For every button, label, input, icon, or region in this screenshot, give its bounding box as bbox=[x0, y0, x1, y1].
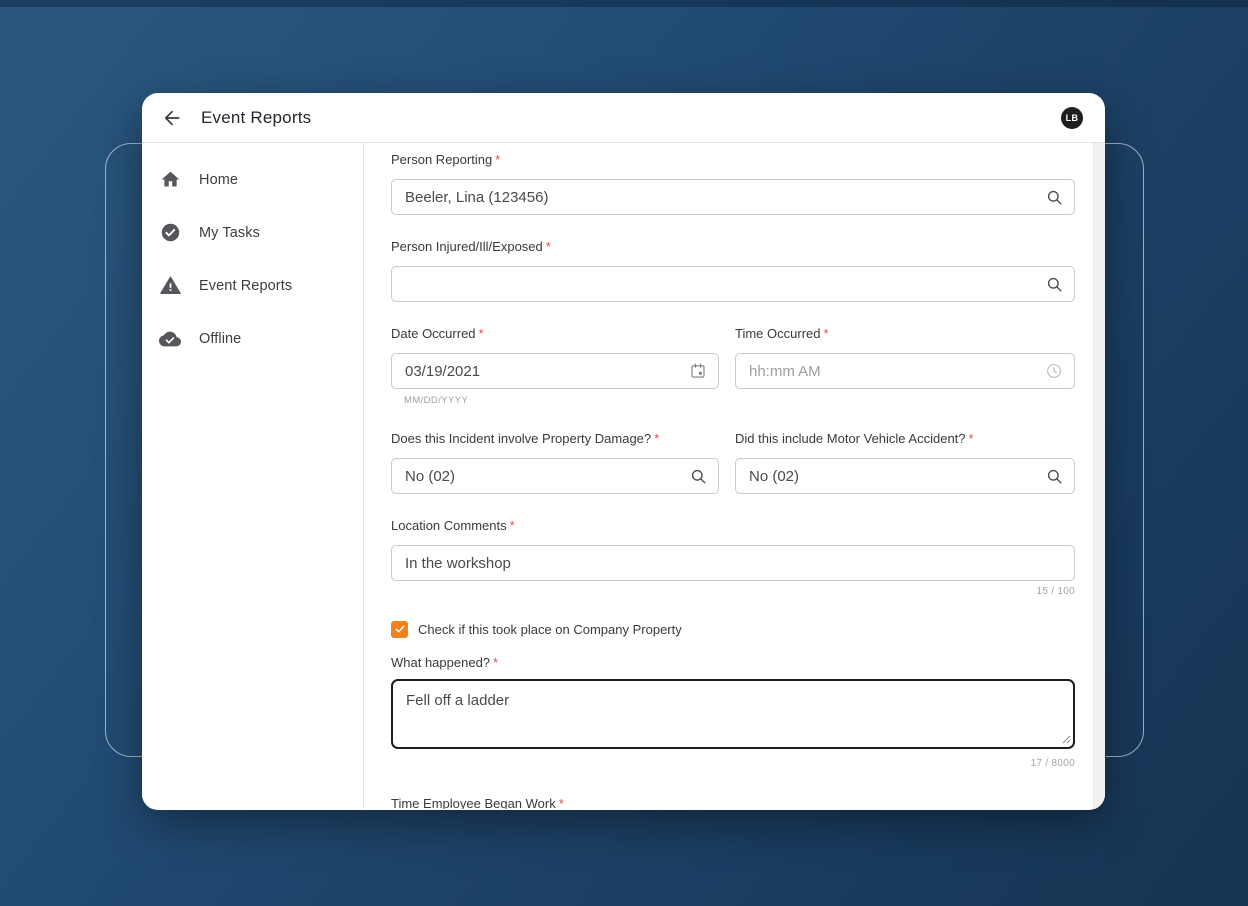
time-occurred-field-wrap bbox=[735, 353, 1075, 389]
scrollbar[interactable] bbox=[1093, 143, 1105, 809]
resize-grip-icon[interactable] bbox=[1062, 731, 1071, 749]
sidebar-item-my-tasks[interactable]: My Tasks bbox=[142, 206, 363, 259]
person-reporting-input[interactable] bbox=[391, 179, 1075, 215]
person-injured-input[interactable] bbox=[391, 266, 1075, 302]
motor-vehicle-group: Did this include Motor Vehicle Accident?… bbox=[735, 429, 1075, 494]
sidebar-item-event-reports[interactable]: Event Reports bbox=[142, 259, 363, 312]
cloud-check-icon bbox=[158, 327, 182, 351]
motor-vehicle-label: Did this include Motor Vehicle Accident?… bbox=[735, 429, 1075, 449]
company-property-label: Check if this took place on Company Prop… bbox=[418, 622, 682, 637]
event-reports-window: Event Reports LB Home My Tasks bbox=[142, 93, 1105, 810]
date-time-row: Date Occurred* MM/DD/YYYY Time Occurred* bbox=[391, 324, 1075, 407]
location-comments-input[interactable] bbox=[391, 545, 1075, 581]
company-property-checkbox[interactable] bbox=[391, 621, 408, 638]
what-happened-label: What happened?* bbox=[391, 653, 1075, 673]
required-asterisk: * bbox=[969, 431, 974, 446]
required-asterisk: * bbox=[654, 431, 659, 446]
clock-icon[interactable] bbox=[1044, 361, 1064, 381]
what-happened-field-wrap: Fell off a ladder bbox=[391, 679, 1075, 754]
property-damage-group: Does this Incident involve Property Dama… bbox=[391, 429, 719, 494]
property-damage-field-wrap bbox=[391, 458, 719, 494]
person-reporting-label: Person Reporting* bbox=[391, 150, 1075, 170]
date-occurred-field-wrap bbox=[391, 353, 719, 389]
required-asterisk: * bbox=[495, 152, 500, 167]
app-header: Event Reports LB bbox=[142, 93, 1105, 143]
property-damage-input[interactable] bbox=[391, 458, 719, 494]
time-began-work-label: Time Employee Began Work* bbox=[391, 794, 1075, 809]
property-damage-label: Does this Incident involve Property Dama… bbox=[391, 429, 719, 449]
app-body: Home My Tasks Event Reports bbox=[142, 143, 1105, 809]
sidebar-item-label: Event Reports bbox=[199, 278, 292, 294]
location-comments-counter: 15 / 100 bbox=[391, 586, 1075, 598]
sidebar-item-home[interactable]: Home bbox=[142, 153, 363, 206]
required-asterisk: * bbox=[510, 518, 515, 533]
damage-vehicle-row: Does this Incident involve Property Dama… bbox=[391, 429, 1075, 494]
date-occurred-label: Date Occurred* bbox=[391, 324, 719, 344]
sidebar-item-label: My Tasks bbox=[199, 225, 260, 241]
sidebar: Home My Tasks Event Reports bbox=[142, 143, 364, 809]
avatar[interactable]: LB bbox=[1061, 107, 1083, 129]
motor-vehicle-field-wrap bbox=[735, 458, 1075, 494]
search-icon[interactable] bbox=[1044, 187, 1064, 207]
search-icon[interactable] bbox=[688, 466, 708, 486]
required-asterisk: * bbox=[493, 655, 498, 670]
person-injured-label: Person Injured/Ill/Exposed* bbox=[391, 237, 1075, 257]
required-asterisk: * bbox=[823, 326, 828, 341]
check-circle-icon bbox=[158, 221, 182, 245]
back-button[interactable] bbox=[160, 106, 184, 130]
sidebar-item-label: Offline bbox=[199, 331, 241, 347]
person-reporting-field-wrap bbox=[391, 179, 1075, 215]
sidebar-item-label: Home bbox=[199, 172, 238, 188]
time-occurred-group: Time Occurred* bbox=[735, 324, 1075, 407]
search-icon[interactable] bbox=[1044, 466, 1064, 486]
event-report-form: Person Reporting* Person Injured/Ill/Exp… bbox=[364, 143, 1105, 809]
calendar-icon[interactable] bbox=[688, 361, 708, 381]
date-occurred-group: Date Occurred* MM/DD/YYYY bbox=[391, 324, 719, 407]
arrow-left-icon bbox=[162, 108, 182, 128]
required-asterisk: * bbox=[559, 796, 564, 809]
search-icon[interactable] bbox=[1044, 274, 1064, 294]
background-top-edge bbox=[0, 0, 1248, 7]
what-happened-textarea[interactable]: Fell off a ladder bbox=[391, 679, 1075, 749]
time-occurred-input[interactable] bbox=[735, 353, 1075, 389]
time-occurred-label: Time Occurred* bbox=[735, 324, 1075, 344]
motor-vehicle-input[interactable] bbox=[735, 458, 1075, 494]
date-format-hint: MM/DD/YYYY bbox=[404, 395, 719, 407]
location-comments-field-wrap bbox=[391, 545, 1075, 581]
person-injured-field-wrap bbox=[391, 266, 1075, 302]
desktop-background: Event Reports LB Home My Tasks bbox=[0, 0, 1248, 906]
warning-icon bbox=[158, 274, 182, 298]
location-comments-label: Location Comments* bbox=[391, 516, 1075, 536]
required-asterisk: * bbox=[479, 326, 484, 341]
checkmark-icon bbox=[394, 623, 406, 635]
home-icon bbox=[158, 168, 182, 192]
what-happened-counter: 17 / 8000 bbox=[391, 758, 1075, 770]
date-occurred-input[interactable] bbox=[391, 353, 719, 389]
company-property-row: Check if this took place on Company Prop… bbox=[391, 620, 1075, 638]
required-asterisk: * bbox=[546, 239, 551, 254]
sidebar-item-offline[interactable]: Offline bbox=[142, 312, 363, 365]
page-title: Event Reports bbox=[201, 108, 311, 128]
